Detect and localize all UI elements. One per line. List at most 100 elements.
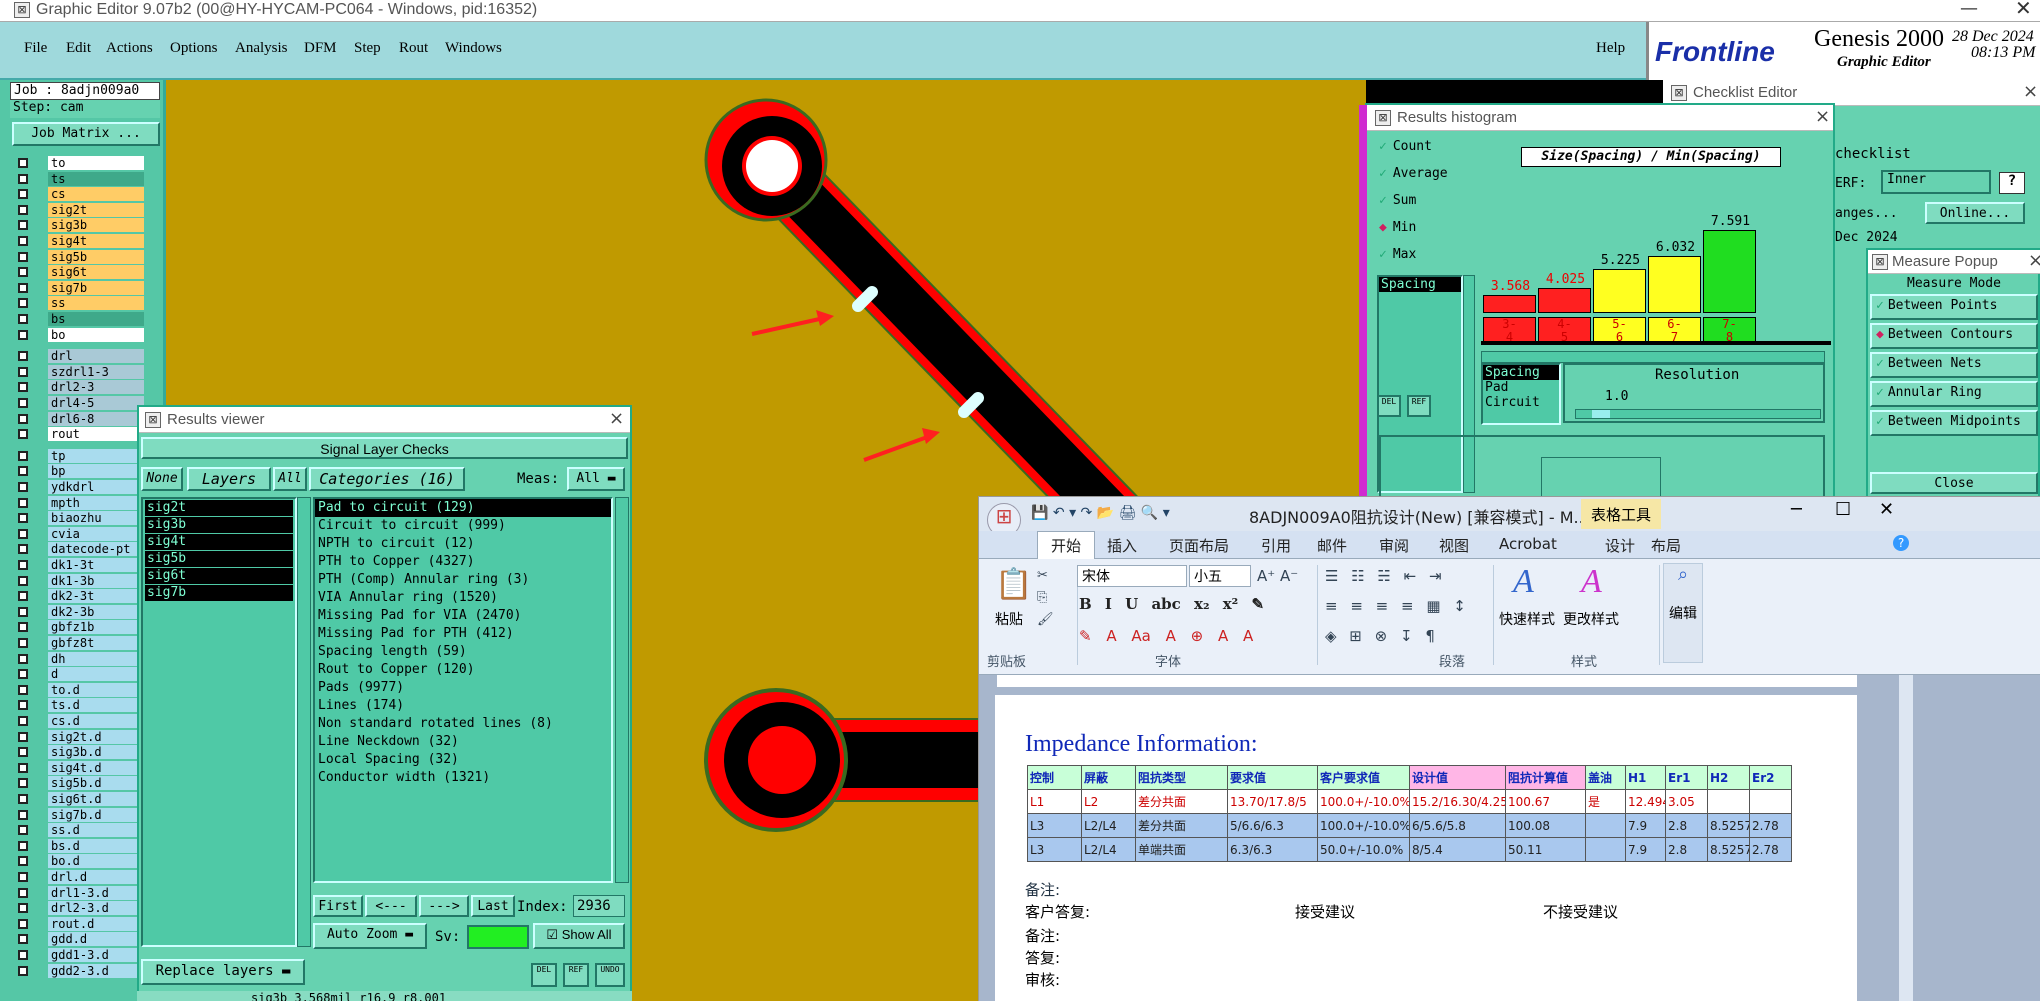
- check-category-item[interactable]: Pads (9977): [315, 679, 611, 697]
- layer-row[interactable]: cvia: [14, 526, 144, 541]
- layer-row[interactable]: to.d: [14, 682, 144, 697]
- layer-row[interactable]: ss.d: [14, 823, 144, 838]
- layer-row[interactable]: dk1-3b: [14, 573, 144, 588]
- table-row[interactable]: L3 L2/L4 差分共面 5/6.6/6.3 100.0+/-10.0% 6/5.6/5…: [1027, 813, 1792, 838]
- measure-mode-item[interactable]: ✓ Annular Ring: [1870, 381, 2038, 407]
- layer-checkbox[interactable]: [18, 934, 28, 945]
- check-category-item[interactable]: Rout to Copper (120): [315, 661, 611, 679]
- index-field[interactable]: 2936: [573, 895, 625, 917]
- font-size-icons[interactable]: A⁺ A⁻: [1257, 567, 1298, 585]
- attr-item[interactable]: Pad: [1483, 380, 1559, 395]
- sv-color-selector[interactable]: [467, 925, 529, 949]
- layer-row[interactable]: drl: [14, 349, 144, 364]
- layer-checkbox[interactable]: [18, 220, 28, 231]
- layer-row[interactable]: dk2-3b: [14, 604, 144, 619]
- layer-row[interactable]: dk1-3t: [14, 558, 144, 572]
- close-icon[interactable]: ✕: [2015, 0, 2032, 20]
- layer-row[interactable]: drl1-3.d: [14, 885, 144, 900]
- paste-label[interactable]: 粘贴: [995, 609, 1023, 629]
- clipboard-tools[interactable]: ✂ ⎘ 🖌: [1037, 565, 1054, 631]
- quick-access-icons[interactable]: 💾 ↶ ▾ ↷ 📂 🖨 🔍 ▾: [1031, 505, 1170, 521]
- check-category-item[interactable]: Non standard rotated lines (8): [315, 715, 611, 733]
- menu-file[interactable]: File: [24, 40, 47, 57]
- document-scrollbar[interactable]: [1899, 675, 1913, 1001]
- layer-checkbox[interactable]: [18, 497, 28, 508]
- result-layer-item[interactable]: sig3b: [145, 517, 293, 533]
- layer-row[interactable]: cs.d: [14, 714, 144, 728]
- layer-row[interactable]: bo: [14, 327, 144, 342]
- change-styles-label[interactable]: 更改样式: [1563, 609, 1619, 629]
- check-category-item[interactable]: Local Spacing (32): [315, 751, 611, 769]
- resolution-slider[interactable]: [1575, 409, 1821, 419]
- layer-row[interactable]: dk2-3t: [14, 589, 144, 604]
- menu-dfm[interactable]: DFM: [304, 40, 337, 57]
- layer-row[interactable]: drl2-3: [14, 380, 144, 395]
- layer-row[interactable]: sig4t.d: [14, 760, 144, 775]
- layer-row[interactable]: drl6-8: [14, 411, 144, 426]
- layer-result-list[interactable]: sig2t sig3b sig4t sig5b sig6t sig7b: [141, 497, 297, 947]
- layer-checkbox[interactable]: [18, 700, 28, 711]
- layer-checkbox[interactable]: [18, 366, 28, 377]
- minimize-icon[interactable]: ─: [1791, 499, 1802, 520]
- layer-row[interactable]: ss: [14, 296, 144, 311]
- change-styles-icon[interactable]: A: [1581, 563, 1602, 601]
- check-category-item[interactable]: Spacing length (59): [315, 643, 611, 661]
- histogram-option[interactable]: ✓ Sum: [1379, 193, 1416, 208]
- menu-analysis[interactable]: Analysis: [235, 40, 288, 57]
- layer-checkbox[interactable]: [18, 731, 28, 742]
- layer-checkbox[interactable]: [18, 466, 28, 477]
- ribbon-tab[interactable]: 引用: [1261, 535, 1291, 556]
- layer-row[interactable]: ts: [14, 171, 144, 186]
- list-item[interactable]: Spacing: [1379, 277, 1461, 292]
- close-icon[interactable]: ×: [2028, 250, 2040, 271]
- layer-checkbox[interactable]: [18, 794, 28, 804]
- layer-checkbox[interactable]: [18, 450, 28, 461]
- layer-row[interactable]: to: [14, 156, 144, 170]
- slider-handle[interactable]: [1592, 410, 1610, 418]
- check-category-item[interactable]: Lines (174): [315, 697, 611, 715]
- result-layer-item[interactable]: sig6t: [145, 568, 293, 584]
- check-category-item[interactable]: Missing Pad for PTH (412): [315, 625, 611, 643]
- minimize-icon[interactable]: —: [1960, 0, 1978, 19]
- histogram-bar[interactable]: [1703, 230, 1756, 313]
- check-category-item[interactable]: PTH (Comp) Annular ring (3): [315, 571, 611, 589]
- table-row[interactable]: L3 L2/L4 单端共面 6.3/6.3 50.0+/-10.0% 8/5.4 50.11…: [1027, 837, 1792, 862]
- histogram-option[interactable]: ✓ Average: [1379, 166, 1448, 181]
- layer-checkbox[interactable]: [18, 314, 28, 324]
- layer-list-scrollbar[interactable]: [297, 497, 311, 947]
- layer-checkbox[interactable]: [18, 684, 28, 695]
- edit-group[interactable]: ⌕ 编辑: [1663, 563, 1703, 663]
- layer-row[interactable]: gdd1-3.d: [14, 948, 144, 962]
- ribbon-tab[interactable]: 设计: [1605, 535, 1635, 556]
- layer-row[interactable]: dh: [14, 651, 144, 666]
- layer-row[interactable]: sig4t: [14, 234, 144, 248]
- result-layer-item[interactable]: sig2t: [145, 500, 293, 516]
- prev-button[interactable]: <---: [365, 895, 417, 917]
- font-size-field[interactable]: 小五: [1189, 565, 1251, 587]
- layer-checkbox[interactable]: [18, 887, 28, 898]
- last-button[interactable]: Last: [471, 895, 515, 917]
- layer-row[interactable]: gdd.d: [14, 932, 144, 947]
- categories-button[interactable]: Categories (16): [309, 467, 465, 491]
- layer-checkbox[interactable]: [18, 762, 28, 773]
- layer-checkbox[interactable]: [18, 965, 28, 976]
- meas-dropdown[interactable]: All ▬: [567, 467, 625, 491]
- layer-row[interactable]: cs: [14, 187, 144, 202]
- layer-checkbox[interactable]: [18, 903, 28, 914]
- check-category-item[interactable]: NPTH to circuit (12): [315, 535, 611, 553]
- layer-row[interactable]: sig7b.d: [14, 807, 144, 822]
- menu-actions[interactable]: Actions: [106, 40, 153, 57]
- auto-zoom-dropdown[interactable]: Auto Zoom ▬: [313, 923, 427, 949]
- layer-checkbox[interactable]: [18, 872, 28, 882]
- font-format-icons[interactable]: B I U abc x₂ x² ✎: [1079, 595, 1264, 613]
- layer-row[interactable]: sig7b: [14, 280, 144, 295]
- paste-icon[interactable]: 📋: [995, 567, 1032, 602]
- check-category-item[interactable]: Circuit to circuit (999): [315, 517, 611, 535]
- layer-checkbox[interactable]: [18, 429, 28, 440]
- menu-windows[interactable]: Windows: [445, 40, 502, 57]
- layer-checkbox[interactable]: [18, 840, 28, 851]
- layer-checkbox[interactable]: [18, 528, 28, 539]
- help-icon[interactable]: ?: [1893, 535, 1909, 551]
- histogram-option[interactable]: ✓ Max: [1379, 247, 1416, 262]
- changes-label[interactable]: anges...: [1835, 206, 1898, 221]
